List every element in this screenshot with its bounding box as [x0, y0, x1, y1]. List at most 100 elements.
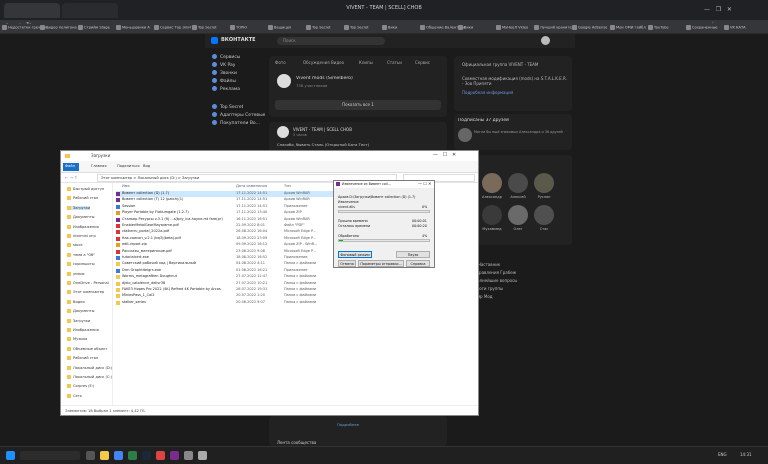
- file-explorer-icon[interactable]: [100, 451, 109, 460]
- sidebar-item-4[interactable]: Реклама: [212, 86, 240, 92]
- file-type: Приложение: [284, 267, 308, 272]
- start-icon[interactable]: [6, 451, 15, 460]
- member-avatar[interactable]: [482, 205, 502, 225]
- sidebar-item-2[interactable]: Звонки: [212, 70, 237, 76]
- vk-logo-icon[interactable]: [211, 37, 218, 44]
- group-info-card: Официальная группа VIVENT - TEAM Совместн…: [454, 56, 572, 111]
- params-button[interactable]: Параметры отправки...: [358, 260, 404, 267]
- pause-button[interactable]: Пауза: [396, 251, 430, 258]
- tab-5[interactable]: Сервис: [415, 60, 430, 65]
- bookmark-item[interactable]: Мои ОМИ тайбл: [610, 25, 646, 33]
- friend-avatar[interactable]: [458, 128, 472, 142]
- table-row[interactable]: djeio_catalence_delivr38 27.07.2022 10:21…: [116, 281, 356, 287]
- tab-2[interactable]: Видео: [331, 60, 344, 65]
- explorer-status-bar: Элементов: 18 Выбран 1 элемент: 4,42 ГБ: [61, 405, 478, 415]
- bookmark-item[interactable]: Меньшевики А: [116, 25, 150, 33]
- member-avatar[interactable]: [508, 173, 528, 193]
- app-icon[interactable]: [184, 451, 193, 460]
- task-view-icon[interactable]: [86, 451, 95, 460]
- group-link[interactable]: Полнейшие вопросы: [474, 278, 517, 283]
- table-row[interactable]: FAKE3 Hopes Pro 2022 (4K) Refhed 4K Port…: [116, 287, 356, 293]
- file-date: 23.08.2022 9:08: [236, 248, 266, 253]
- bookmark-item[interactable]: Сервис Тор Элит: [154, 25, 192, 33]
- table-row[interactable]: Player Portable by Flatiumgate (1.2.7) 17…: [116, 210, 356, 216]
- dialog-window-controls[interactable]: — ☐ ✕: [418, 181, 431, 186]
- table-row[interactable]: tutorialcert.exe 18.08.2022 16:52 Приложен…: [116, 255, 356, 261]
- tab-0[interactable]: Фото: [275, 60, 286, 65]
- bookmark-item[interactable]: VK КАТА: [724, 25, 746, 33]
- vk-bottom-card: Подробнее Лента сообщества: [269, 416, 447, 446]
- table-row[interactable]: Сталкер Ресурсы v.3.1 (fi) ...s(tpiy_ica…: [116, 217, 356, 223]
- sidebar-item-0[interactable]: Сервисы: [212, 54, 240, 60]
- bookmark-icon: [344, 25, 349, 30]
- sidebar-item-3[interactable]: Файлы: [212, 78, 236, 84]
- bookmark-item[interactable]: Top Secret: [306, 25, 331, 33]
- bookmark-item[interactable]: Видео полигона: [40, 25, 77, 33]
- bookmark-item[interactable]: Вики: [382, 25, 397, 33]
- tab-4[interactable]: Статьи: [387, 60, 402, 65]
- winrar-taskbar-icon[interactable]: [170, 451, 179, 460]
- table-row[interactable]: Советский рабочий ход | Вертикальный 04.0…: [116, 261, 356, 267]
- taskbar-search[interactable]: [20, 451, 80, 460]
- table-row[interactable]: ctalkerru_portal_2022a.pdf 26.08.2022 16:…: [116, 229, 356, 235]
- table-row[interactable]: EnablerMetalGearMayarame.pdf 22.09.2022 8…: [116, 223, 356, 229]
- table-row[interactable]: Session17.11.2022 14:51Приложение1 423 К…: [116, 204, 356, 210]
- table-row[interactable]: Вивент collection (Т) 12 (patch)(1) 17.11…: [116, 197, 356, 203]
- language-indicator[interactable]: ENG: [718, 452, 727, 457]
- bookmark-item[interactable]: ТОРЮ: [230, 25, 247, 33]
- file-name: Сталкер Ресурсы v.3.1 (fi) ...s(tpiy_ica…: [122, 216, 223, 221]
- bookmark-item[interactable]: Лучший хранитель: [534, 25, 576, 33]
- file-name: tutorialcert.exe: [122, 255, 149, 259]
- avatar[interactable]: [541, 36, 550, 45]
- file-name: EnablerMetalGearMayarame.pdf: [122, 223, 179, 227]
- bookmark-item[interactable]: Вещицея: [268, 25, 291, 33]
- table-row[interactable]: Вивент collection (D) (1.7) 17.11.2022 14…: [116, 191, 356, 198]
- member-avatar[interactable]: [534, 205, 554, 225]
- app-icon[interactable]: [128, 451, 137, 460]
- help-button[interactable]: Справка: [406, 260, 430, 267]
- bookmark-item[interactable]: Стрийм Stage: [78, 25, 110, 33]
- sidebar-icon: [212, 62, 217, 67]
- more-link[interactable]: Подробнее: [337, 422, 359, 427]
- bookmark-item[interactable]: МуНеоЛ Video: [496, 25, 528, 33]
- sidebar-item-7[interactable]: Покупатели Во...: [212, 120, 260, 126]
- tab-1[interactable]: Обсуждения: [303, 60, 330, 65]
- bookmark-item[interactable]: Top Secret: [192, 25, 217, 33]
- table-row[interactable]: MiniesPass_1_Cal2 20.07.2022 1:20 Папка с …: [116, 293, 356, 299]
- clock[interactable]: 14:31: [740, 452, 752, 457]
- group-link[interactable]: Управления Грабеж: [474, 270, 516, 275]
- sidebar-item-5[interactable]: Top Secret: [212, 104, 243, 110]
- member-avatar[interactable]: [482, 173, 502, 193]
- table-row[interactable]: Как-соисон_v.2.1 (bq3)(beta).pdf 18.09.20…: [116, 236, 356, 242]
- window-title: VIVENT - TEAM | SCELL] CHOB: [346, 5, 422, 11]
- bookmark-label: МуНеоЛ Video: [502, 25, 529, 30]
- bookmark-item[interactable]: Вики: [458, 25, 473, 33]
- chrome-icon[interactable]: [114, 451, 123, 460]
- sidebar-item-1[interactable]: VK Pay: [212, 62, 235, 68]
- app-icon[interactable]: [198, 451, 207, 460]
- bookmark-item[interactable]: Top Secret: [344, 25, 369, 33]
- bookmark-item[interactable]: YouTube: [648, 25, 669, 33]
- window-controls[interactable]: — ❐ ✕: [704, 6, 732, 13]
- sidebar-item-6[interactable]: Адаптеры Сетевые: [212, 112, 265, 118]
- table-row[interactable]: Рассказы_материнские.pdf 23.08.2022 9:08 M…: [116, 249, 356, 255]
- community-wall-title: Лента сообщества: [277, 440, 317, 445]
- bookmark-item[interactable]: Сохраненные: [686, 25, 718, 33]
- show-all-button[interactable]: Показать все 1: [275, 100, 441, 110]
- bookmark-item[interactable]: Google AdSense: [572, 25, 607, 33]
- member-avatar[interactable]: [508, 205, 528, 225]
- sidebar-icon: [212, 54, 217, 59]
- post-author[interactable]: VIVENT - TEAM | SCELL CHOB: [293, 127, 352, 132]
- table-row[interactable]: Drm Graphtitelgrs.exe 01.08.2022 16:21 При…: [116, 268, 356, 274]
- app-icon[interactable]: [156, 451, 165, 460]
- bookmark-label: Сохраненные: [692, 25, 718, 30]
- vk-search-input[interactable]: Поиск: [277, 37, 385, 45]
- table-row[interactable]: edit-report.zip 09.09.2022 16:12 Архив ZIP…: [116, 242, 356, 248]
- cancel-button[interactable]: Отмена: [338, 260, 356, 267]
- tab-3[interactable]: Клипы: [359, 60, 373, 65]
- steam-icon[interactable]: [142, 451, 151, 460]
- background-mode-button[interactable]: Фоновый режим: [338, 251, 372, 258]
- table-row[interactable]: stalker_series 20.06.2022 9:07 Папка с фай…: [116, 300, 356, 306]
- member-avatar[interactable]: [534, 173, 554, 193]
- table-row[interactable]: Worms_metagraftien Doughnut 27.07.2022 12…: [116, 274, 356, 280]
